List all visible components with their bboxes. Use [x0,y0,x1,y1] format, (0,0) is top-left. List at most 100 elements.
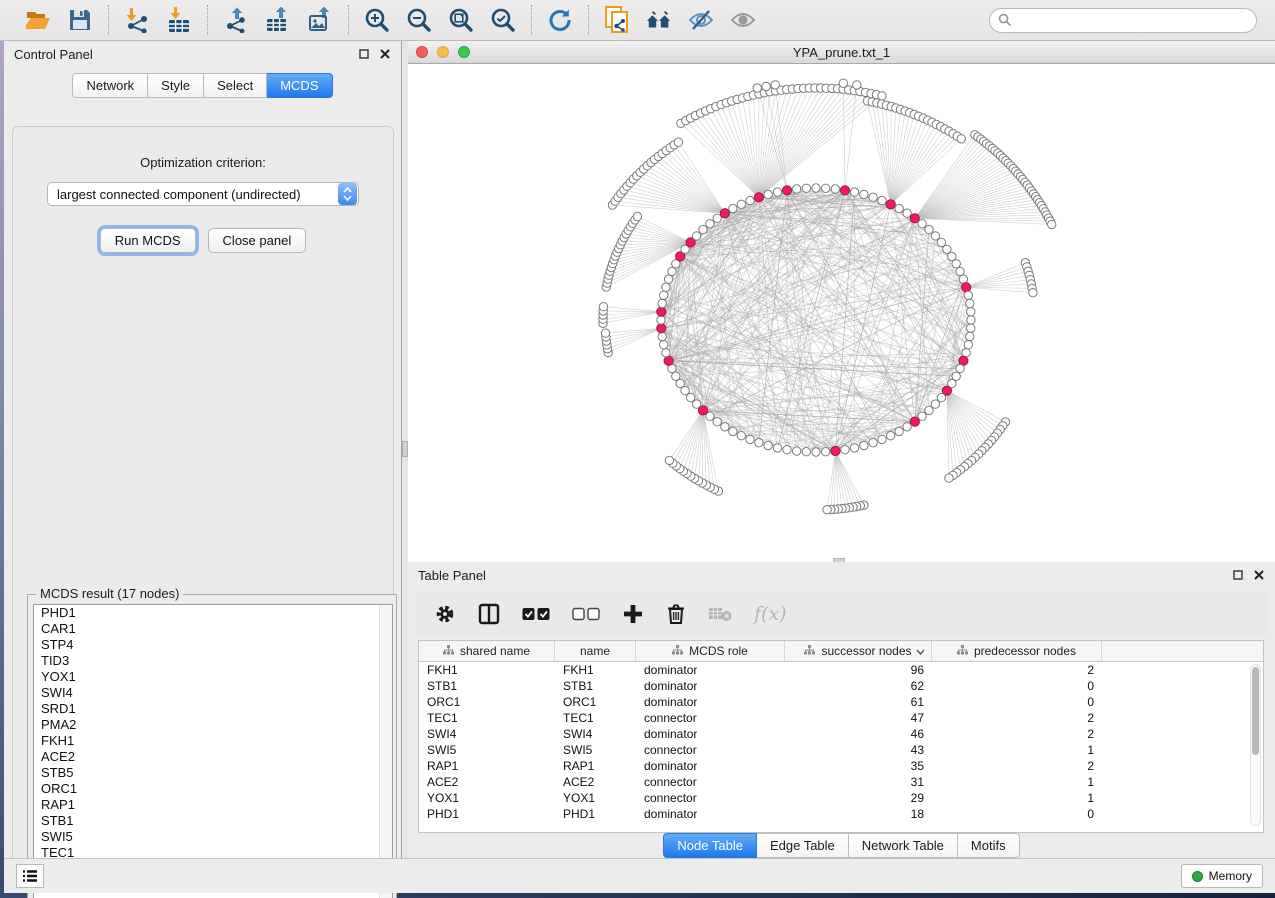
run-mcds-button[interactable]: Run MCDS [100,228,196,253]
mcds-node[interactable] [910,417,919,426]
result-item[interactable]: YOX1 [34,669,392,685]
leaf-node[interactable] [674,138,682,146]
network-node[interactable] [658,299,666,307]
network-node[interactable] [878,196,886,204]
column-header-name[interactable]: name [555,641,636,661]
mcds-node[interactable] [886,200,895,209]
network-node[interactable] [773,188,781,196]
table-row[interactable]: SWI4SWI4dominator462 [419,726,1263,742]
deselect-all-icon[interactable] [572,602,600,626]
table-row[interactable]: TEC1TEC1connector472 [419,710,1263,726]
network-node[interactable] [812,184,820,192]
network-node[interactable] [721,423,729,431]
table-row[interactable]: PHD1PHD1dominator180 [419,806,1263,822]
add-column-icon[interactable] [622,602,644,626]
network-node[interactable] [869,193,877,201]
mcds-node[interactable] [664,356,673,365]
split-view-icon[interactable] [478,602,500,626]
network-node[interactable] [657,316,665,324]
result-item[interactable]: PHD1 [34,605,392,621]
network-node[interactable] [737,432,745,440]
network-node[interactable] [822,184,830,192]
optimization-criterion-select[interactable]: largest connected component (undirected) [47,182,359,206]
network-node[interactable] [692,232,700,240]
tab-select[interactable]: Select [204,73,267,98]
network-node[interactable] [706,220,714,228]
network-node[interactable] [869,439,877,447]
tab-network[interactable]: Network [72,73,148,98]
leaf-node[interactable] [1029,289,1037,297]
network-node[interactable] [822,448,830,456]
network-node[interactable] [964,341,972,349]
mcds-node[interactable] [754,193,763,202]
mcds-node[interactable] [720,209,729,218]
network-node[interactable] [737,200,745,208]
task-history-button[interactable] [16,864,44,888]
close-icon[interactable] [379,48,391,60]
tab-node-table[interactable]: Node Table [663,833,757,858]
mcds-node[interactable] [831,446,840,455]
result-item[interactable]: SWI4 [34,685,392,701]
network-node[interactable] [660,291,668,299]
apply-function-icon[interactable]: f(x) [754,602,787,626]
network-node[interactable] [658,332,666,340]
result-item[interactable]: SRD1 [34,701,392,717]
network-node[interactable] [925,225,933,233]
show-all-icon[interactable] [729,6,757,34]
network-node[interactable] [850,188,858,196]
network-node[interactable] [967,316,975,324]
leaf-node[interactable] [823,506,831,514]
mcds-node[interactable] [657,307,666,316]
table-row[interactable]: ORC1ORC1dominator610 [419,694,1263,710]
memory-button[interactable]: Memory [1181,864,1263,888]
mcds-node[interactable] [657,324,666,333]
table-row[interactable]: SWI5SWI5connector431 [419,742,1263,758]
import-network-icon[interactable] [123,6,151,34]
network-node[interactable] [662,283,670,291]
export-network-icon[interactable] [222,6,250,34]
network-node[interactable] [860,190,868,198]
result-item[interactable]: STP4 [34,637,392,653]
import-table-icon[interactable] [165,6,193,34]
leaf-node[interactable] [945,474,953,482]
select-all-icon[interactable] [522,602,550,626]
result-item[interactable]: STB5 [34,765,392,781]
network-node[interactable] [895,204,903,212]
leaf-node[interactable] [599,303,607,311]
result-item[interactable]: ORC1 [34,781,392,797]
network-node[interactable] [764,190,772,198]
leaf-node[interactable] [1048,220,1056,228]
network-node[interactable] [903,423,911,431]
network-node[interactable] [895,427,903,435]
network-node[interactable] [792,447,800,455]
leaf-node[interactable] [753,84,761,92]
table-scrollbar[interactable] [1250,664,1261,826]
mcds-result-list[interactable]: PHD1CAR1STP4TID3YOX1SWI4SRD1PMA2FKH1ACE2… [33,604,393,898]
column-header-shared-name[interactable]: shared name [419,641,555,661]
result-item[interactable]: TID3 [34,653,392,669]
refresh-icon[interactable] [546,6,574,34]
network-node[interactable] [903,209,911,217]
leaf-node[interactable] [853,81,861,89]
network-node[interactable] [764,441,772,449]
export-image-icon[interactable] [306,6,334,34]
tab-network-table[interactable]: Network Table [849,833,958,858]
network-node[interactable] [802,184,810,192]
float-icon[interactable] [358,48,370,60]
tab-style[interactable]: Style [148,73,204,98]
network-node[interactable] [967,308,975,316]
network-node[interactable] [966,332,974,340]
network-titlebar[interactable]: YPA_prune.txt_1 [408,41,1275,64]
leaf-node[interactable] [839,79,847,87]
network-node[interactable] [802,448,810,456]
close-icon[interactable] [1253,569,1265,581]
result-item[interactable]: ACE2 [34,749,392,765]
network-node[interactable] [660,341,668,349]
tab-mcds[interactable]: MCDS [267,73,332,98]
column-header-MCDS-role[interactable]: MCDS role [636,641,785,661]
open-file-icon[interactable] [24,6,52,34]
table-row[interactable]: YOX1YOX1connector291 [419,790,1263,806]
leaf-node[interactable] [762,82,770,90]
delete-column-icon[interactable] [666,602,686,626]
result-item[interactable]: RAP1 [34,797,392,813]
